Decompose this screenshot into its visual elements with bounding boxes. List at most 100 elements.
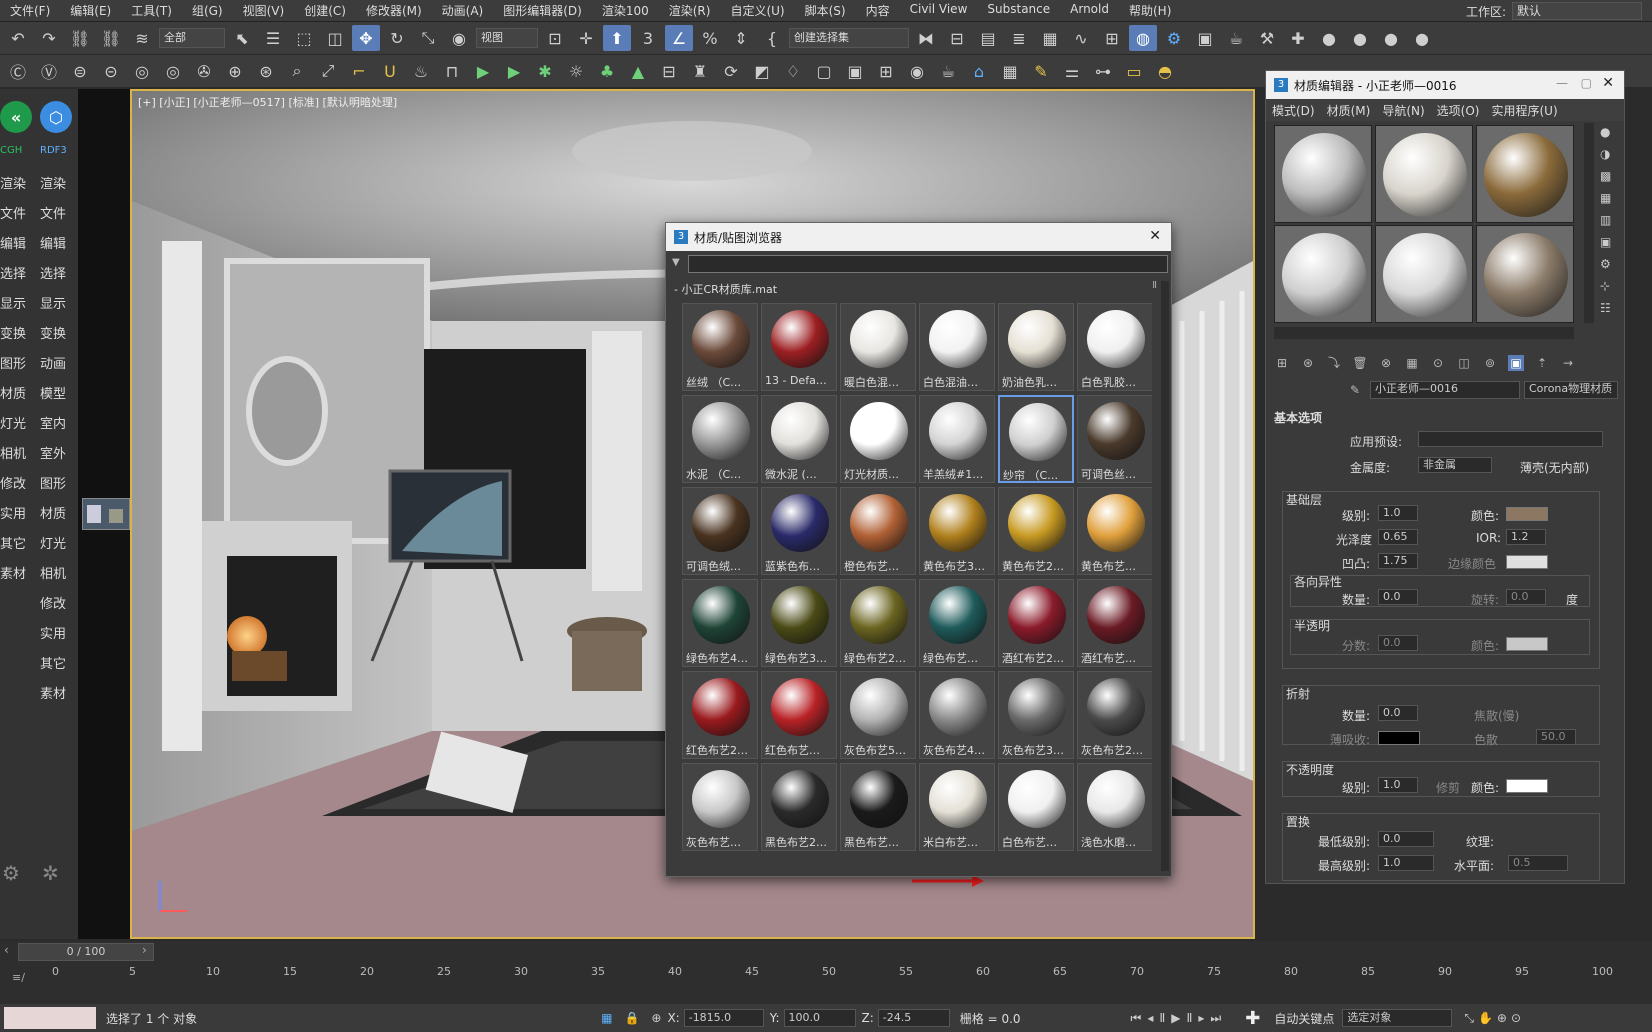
- circle-icon-a[interactable]: ●: [1315, 25, 1343, 51]
- home-icon[interactable]: ⌂: [965, 58, 993, 84]
- base-color-swatch[interactable]: [1506, 507, 1548, 521]
- grid-sphere-icon[interactable]: ⊕: [221, 58, 249, 84]
- refr-amount-spinner[interactable]: 0.0: [1378, 705, 1418, 721]
- menu-item[interactable]: 自定义(U): [720, 2, 794, 19]
- command-item[interactable]: 图形: [40, 473, 66, 492]
- rotate-spinner[interactable]: 0.0: [1506, 589, 1546, 605]
- tool-icon-a[interactable]: ⚒: [1253, 25, 1281, 51]
- stamp-icon[interactable]: ♜: [686, 58, 714, 84]
- spinner-snap-icon[interactable]: ⇕: [727, 25, 755, 51]
- close-icon[interactable]: ✕: [1149, 228, 1161, 244]
- command-item[interactable]: 素材: [40, 683, 66, 702]
- globe-icon[interactable]: ⊛: [252, 58, 280, 84]
- mirror-icon[interactable]: ⧓: [912, 25, 940, 51]
- command-item[interactable]: 其它: [0, 533, 26, 552]
- layer-icon[interactable]: ◩: [748, 58, 776, 84]
- show-map-icon[interactable]: ▣: [1508, 355, 1524, 371]
- rendered-frame-icon[interactable]: ▣: [1191, 25, 1219, 51]
- sliders-icon[interactable]: ⚌: [1058, 58, 1086, 84]
- v-icon[interactable]: Ⓥ: [35, 58, 63, 84]
- material-nav-icon[interactable]: ☷: [1600, 301, 1611, 315]
- menu-item[interactable]: 帮助(H): [1119, 2, 1181, 19]
- viewport-label[interactable]: [+] [小正] [小正老师—0517] [标准] [默认明暗处理]: [138, 94, 397, 110]
- pivot-icon[interactable]: ⊡: [541, 25, 569, 51]
- get-material-icon[interactable]: ⊞: [1274, 355, 1290, 371]
- command-item[interactable]: 室外: [40, 443, 66, 462]
- command-item[interactable]: 文件: [40, 203, 66, 222]
- unlink-icon[interactable]: ⛓: [97, 25, 125, 51]
- sample-slot[interactable]: [1274, 125, 1372, 223]
- z-coord-field[interactable]: -24.5: [877, 1009, 950, 1027]
- put-to-scene-icon[interactable]: ⊛: [1300, 355, 1316, 371]
- menu-item[interactable]: 编辑(E): [60, 2, 121, 19]
- u-icon[interactable]: U: [376, 58, 404, 84]
- aniso-amount-spinner[interactable]: 0.0: [1378, 589, 1418, 605]
- tree-icon[interactable]: ♣: [593, 58, 621, 84]
- material-swatch[interactable]: 白色乳胶…: [1077, 303, 1152, 391]
- place-icon[interactable]: ◉: [445, 25, 473, 51]
- high-icon[interactable]: ◎: [128, 58, 156, 84]
- x-coord-field[interactable]: -1815.0: [683, 1009, 764, 1027]
- material-swatch[interactable]: 米白布艺…: [919, 763, 995, 851]
- command-item[interactable]: 动画: [40, 353, 66, 372]
- material-swatch[interactable]: 白色混油…: [919, 303, 995, 391]
- command-item[interactable]: 室内: [40, 413, 66, 432]
- material-swatch[interactable]: 灰色布艺5…: [840, 671, 916, 759]
- material-swatch[interactable]: 可调色丝…: [1077, 395, 1152, 483]
- menu-item[interactable]: 渲染100: [592, 2, 659, 19]
- command-item[interactable]: 修改: [0, 473, 26, 492]
- cad-icon[interactable]: ⊜: [66, 58, 94, 84]
- command-item[interactable]: 渲染: [40, 173, 66, 192]
- frame-icon[interactable]: ⊓: [438, 58, 466, 84]
- show-end-icon[interactable]: ⊚: [1482, 355, 1498, 371]
- metal-select[interactable]: 非金属: [1418, 457, 1492, 473]
- settings-gear-icon[interactable]: ⚙: [2, 861, 20, 885]
- options-icon[interactable]: ⚙: [1600, 257, 1611, 271]
- menu-item[interactable]: 工具(T): [121, 2, 182, 19]
- command-item[interactable]: 变换: [0, 323, 26, 342]
- material-swatch[interactable]: 红色布艺2…: [682, 671, 758, 759]
- link-icon[interactable]: ⛓: [66, 25, 94, 51]
- library-options-icon[interactable]: Ⅱ: [1152, 280, 1157, 291]
- bump-spinner[interactable]: 1.75: [1378, 553, 1418, 569]
- auto-key-button[interactable]: 自动关键点: [1274, 1010, 1334, 1027]
- sample-hscrollbar[interactable]: [1274, 327, 1574, 339]
- browser-scrollbar[interactable]: [1161, 281, 1169, 871]
- ribbon-icon[interactable]: ▦: [1036, 25, 1064, 51]
- op-level-spinner[interactable]: 1.0: [1378, 777, 1418, 793]
- material-swatch[interactable]: 灰色布艺3…: [998, 671, 1074, 759]
- basic-options-header[interactable]: 基本选项: [1274, 409, 1322, 426]
- playback-controls[interactable]: ⏮◂Ⅱ▶Ⅱ▸⏭: [1131, 1011, 1228, 1026]
- aperture-icon[interactable]: ✇: [190, 58, 218, 84]
- show-shaded-icon[interactable]: ◫: [1456, 355, 1472, 371]
- camera2-icon[interactable]: ▶: [500, 58, 528, 84]
- material-swatch[interactable]: 奶油色乳…: [998, 303, 1074, 391]
- command-item[interactable]: 素材: [0, 563, 26, 582]
- layer-explorer-icon[interactable]: ≣: [1005, 25, 1033, 51]
- command-item[interactable]: 材质: [40, 503, 66, 522]
- thin-shell-label[interactable]: 薄壳(无内部): [1520, 459, 1589, 476]
- pine-icon[interactable]: ▲: [624, 58, 652, 84]
- fraction-spinner[interactable]: 0.0: [1378, 635, 1418, 651]
- uv-tiling-icon[interactable]: ▦: [1600, 191, 1611, 205]
- command-item[interactable]: 其它: [40, 653, 66, 672]
- rotate-icon[interactable]: ↻: [383, 25, 411, 51]
- material-swatch[interactable]: 绿色布艺2…: [840, 579, 916, 667]
- selection-lock-icon[interactable]: ▦: [601, 1011, 612, 1025]
- y-coord-field[interactable]: 100.0: [783, 1009, 856, 1027]
- make-unique-icon[interactable]: ⊗: [1378, 355, 1394, 371]
- command-item[interactable]: 材质: [0, 383, 26, 402]
- scale-icon[interactable]: ⤡: [414, 25, 442, 51]
- menu-item[interactable]: 脚本(S): [795, 2, 856, 19]
- material-swatch[interactable]: 黄色布艺3…: [919, 487, 995, 575]
- refresh-icon[interactable]: ⟳: [717, 58, 745, 84]
- material-swatch[interactable]: 灰色布艺…: [682, 763, 758, 851]
- background-icon[interactable]: ▩: [1600, 169, 1611, 183]
- put-library-icon[interactable]: ▦: [1404, 355, 1420, 371]
- chat-icon[interactable]: ✎: [1027, 58, 1055, 84]
- workspace-select[interactable]: 默认: [1512, 2, 1642, 20]
- command-item[interactable]: 渲染: [0, 173, 26, 192]
- sample-slot[interactable]: [1476, 125, 1574, 223]
- sample-slot[interactable]: [1274, 225, 1372, 323]
- delete-icon[interactable]: 🗑: [1352, 355, 1368, 371]
